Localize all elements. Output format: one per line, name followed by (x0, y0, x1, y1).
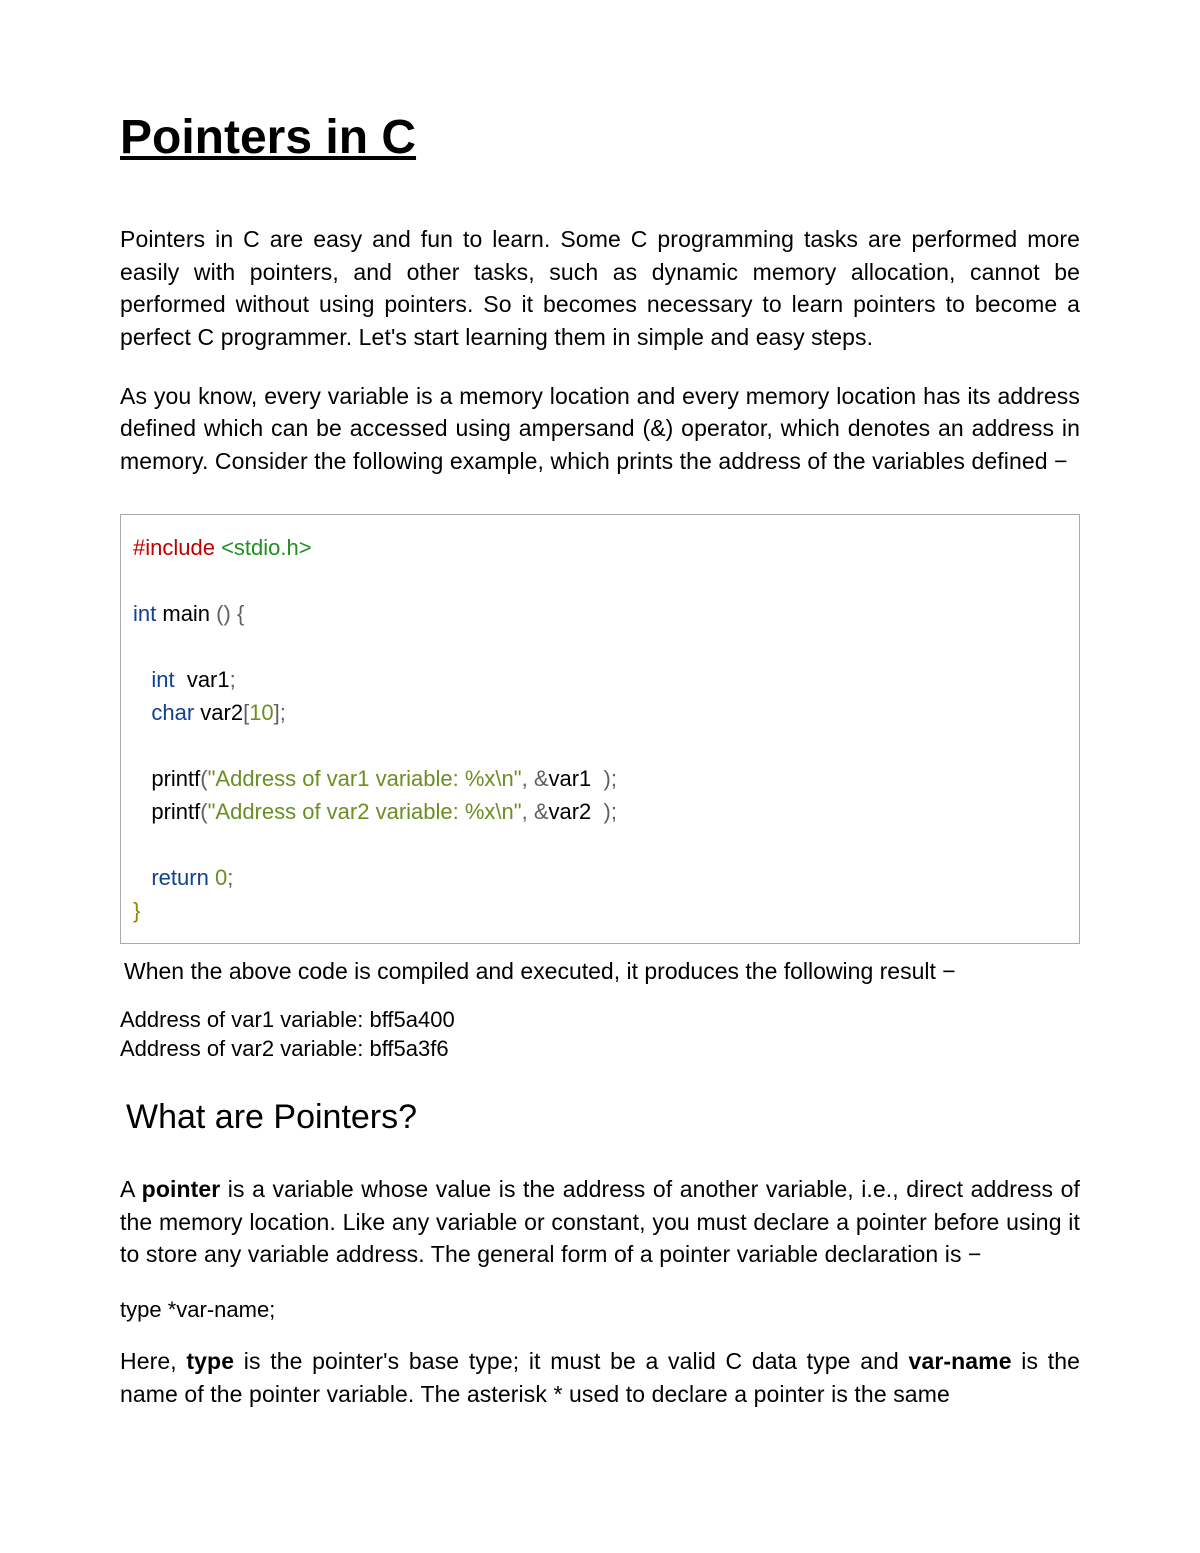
code-brace-close: } (133, 898, 140, 923)
code-fn-main: main (156, 601, 216, 626)
code-p1-amp: & (528, 766, 549, 791)
code-p1-close: ); (604, 766, 617, 791)
section-heading-what-are-pointers: What are Pointers? (120, 1098, 1080, 1137)
code-p2-arg: var2 (549, 799, 604, 824)
code-p2-amp: & (528, 799, 549, 824)
code-brace-open: { (231, 601, 244, 626)
code-semi2: ; (280, 700, 286, 725)
program-output: Address of var1 variable: bff5a400 Addre… (120, 1005, 1080, 1064)
code-p2-close: ); (604, 799, 617, 824)
code-p2-open: ( (200, 799, 207, 824)
intro-paragraph-2: As you know, every variable is a memory … (120, 380, 1080, 478)
pointer-definition-paragraph: A pointer is a variable whose value is t… (120, 1173, 1080, 1271)
code-semi: ; (230, 667, 236, 692)
code-arr-size: 10 (249, 700, 273, 725)
code-header: <stdio.h> (221, 535, 312, 560)
code-p1-open: ( (200, 766, 207, 791)
code-printf1: printf (151, 766, 200, 791)
page-title: Pointers in C (120, 110, 1080, 165)
code-paren: () (216, 601, 231, 626)
code-p2-str: "Address of var2 variable: %x\n" (208, 799, 522, 824)
p2-mid: is the pointer's base type; it must be a… (234, 1348, 908, 1374)
code-decl-char: char (151, 700, 194, 725)
code-kw-int: int (133, 601, 156, 626)
p2-bold-type: type (186, 1348, 234, 1374)
code-decl-int: int (151, 667, 174, 692)
code-p1-arg: var1 (549, 766, 604, 791)
code-retval: 0 (209, 865, 227, 890)
p2-pre: Here, (120, 1348, 186, 1374)
p-pre: A (120, 1176, 142, 1202)
p-rest: is a variable whose value is the address… (120, 1176, 1080, 1267)
code-preproc: #include (133, 535, 215, 560)
code-var2: var2 (194, 700, 243, 725)
p-bold-pointer: pointer (142, 1176, 221, 1202)
document-page: Pointers in C Pointers in C are easy and… (0, 0, 1200, 1476)
code-retsemi: ; (227, 865, 233, 890)
code-p1-str: "Address of var1 variable: %x\n" (208, 766, 522, 791)
code-printf2: printf (151, 799, 200, 824)
code-return: return (151, 865, 208, 890)
p2-bold-varname: var-name (909, 1348, 1012, 1374)
result-intro: When the above code is compiled and exec… (120, 958, 1080, 985)
pointer-type-explanation: Here, type is the pointer's base type; i… (120, 1345, 1080, 1410)
pointer-declaration-form: type *var-name; (120, 1297, 1080, 1323)
intro-paragraph-1: Pointers in C are easy and fun to learn.… (120, 223, 1080, 354)
code-example-1: #include <stdio.h> int main () { int var… (120, 514, 1080, 944)
code-var1: var1 (175, 667, 230, 692)
